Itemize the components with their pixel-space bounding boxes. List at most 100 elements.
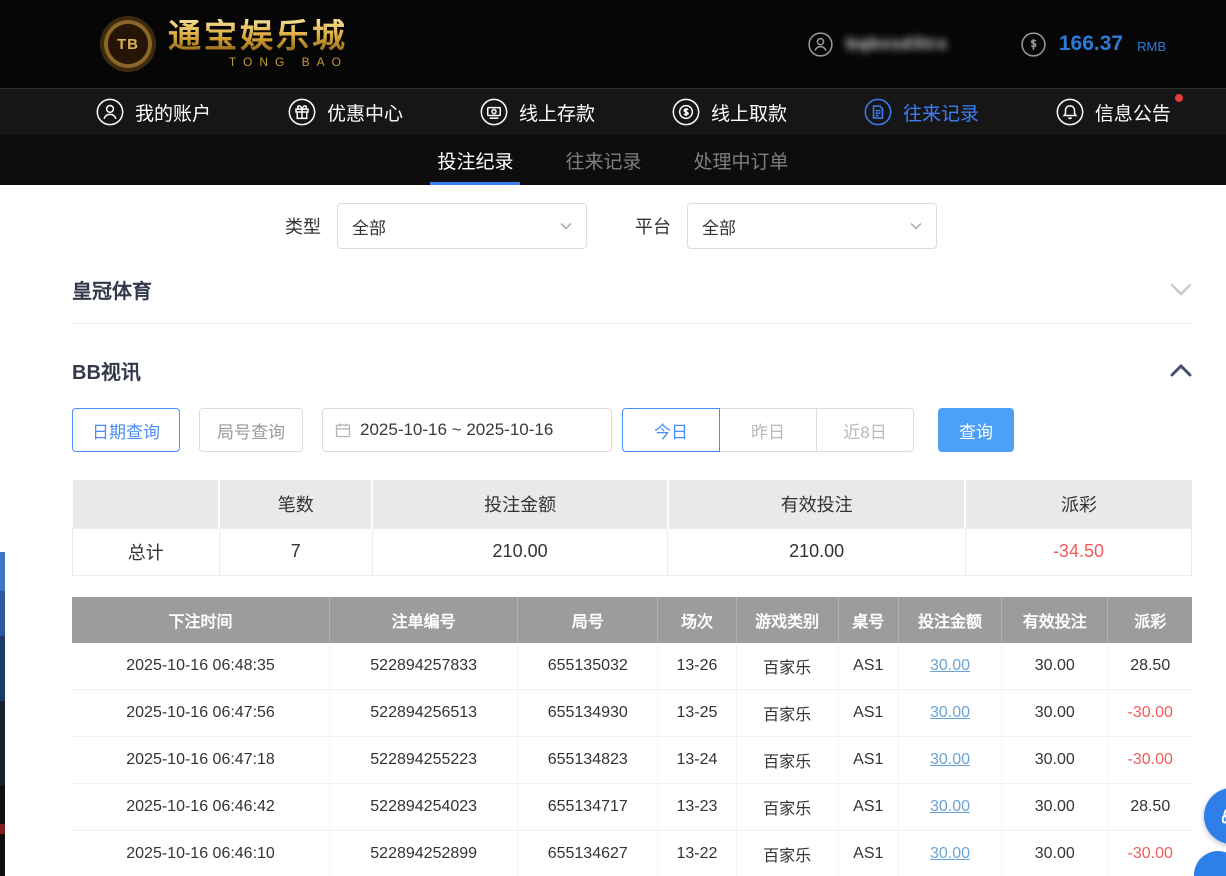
section-bb-video[interactable]: BB视讯 — [72, 356, 1192, 384]
logo-title: 通宝娱乐城 — [168, 19, 348, 54]
search-button[interactable]: 查询 — [938, 408, 1014, 452]
cell-game-type: 百家乐 — [736, 643, 838, 690]
cell-bet-time: 2025-10-16 06:48:35 — [72, 643, 330, 690]
withdraw-icon — [671, 97, 701, 127]
summary-payout: -34.50 — [965, 528, 1191, 575]
summary-table: 笔数 投注金额 有效投注 派彩 总计 7 210.00 210.00 -34.5… — [72, 480, 1192, 576]
nav-item-my-account[interactable]: 我的账户 — [95, 97, 211, 127]
cell-bet-id: 522894255223 — [330, 737, 518, 784]
summary-header-bet-amount: 投注金额 — [372, 480, 667, 528]
header-payout: 派彩 — [1108, 597, 1192, 643]
query-bar: 日期查询 局号查询 2025-10-16 ~ 2025-10-16 今日 昨日 … — [72, 408, 1192, 452]
cell-bet-time: 2025-10-16 06:46:10 — [72, 831, 330, 876]
cell-bet-amount[interactable]: 30.00 — [899, 737, 1002, 784]
summary-bet-amount: 210.00 — [372, 528, 667, 575]
tab-transaction-records[interactable]: 往来记录 — [565, 135, 641, 185]
date-query-button[interactable]: 日期查询 — [72, 408, 180, 452]
cell-bet-time: 2025-10-16 06:47:56 — [72, 690, 330, 737]
nav-label: 线上存款 — [519, 99, 595, 126]
main-content: 类型 全部 平台 全部 皇冠体育 — [0, 185, 1226, 876]
section-crown-sports[interactable]: 皇冠体育 — [72, 275, 1192, 303]
cell-bet-amount[interactable]: 30.00 — [899, 831, 1002, 876]
cell-bet-amount[interactable]: 30.00 — [899, 784, 1002, 831]
section-title: 皇冠体育 — [72, 275, 152, 304]
logo[interactable]: TB 通宝娱乐城 TONG BAO — [100, 16, 348, 72]
detail-header-row: 下注时间 注单编号 局号 场次 游戏类别 桌号 投注金额 有效投注 派彩 — [72, 597, 1192, 643]
dollar-icon — [1020, 31, 1047, 58]
table-row: 2025-10-16 06:46:10 522894252899 6551346… — [72, 831, 1192, 876]
table-row: 2025-10-16 06:46:42 522894254023 6551347… — [72, 784, 1192, 831]
header-bet-time: 下注时间 — [72, 597, 330, 643]
nav-label: 我的账户 — [135, 99, 211, 126]
detail-table: 下注时间 注单编号 局号 场次 游戏类别 桌号 投注金额 有效投注 派彩 202… — [72, 597, 1192, 876]
table-row: 2025-10-16 06:47:18 522894255223 6551348… — [72, 737, 1192, 784]
type-filter-label: 类型 — [285, 213, 321, 239]
cell-round-no: 655134717 — [518, 784, 658, 831]
cell-payout: 28.50 — [1108, 643, 1192, 690]
cell-game-type: 百家乐 — [736, 690, 838, 737]
cell-game-type: 百家乐 — [736, 831, 838, 876]
cell-bet-id: 522894257833 — [330, 643, 518, 690]
notification-dot — [1175, 94, 1183, 102]
cell-session: 13-23 — [658, 784, 736, 831]
date-range-picker[interactable]: 2025-10-16 ~ 2025-10-16 — [322, 408, 612, 452]
cell-game-type: 百家乐 — [736, 784, 838, 831]
today-button[interactable]: 今日 — [622, 408, 720, 452]
cell-round-no: 655134627 — [518, 831, 658, 876]
cell-table-no: AS1 — [838, 831, 898, 876]
top-header: TB 通宝娱乐城 TONG BAO bqbxsd3trx 166 — [0, 0, 1226, 88]
nav-label: 信息公告 — [1095, 99, 1171, 126]
cell-bet-id: 522894252899 — [330, 831, 518, 876]
chevron-down-icon — [1170, 283, 1192, 296]
header-game-type: 游戏类别 — [736, 597, 838, 643]
nav-label: 往来记录 — [903, 99, 979, 126]
cell-round-no: 655134823 — [518, 737, 658, 784]
summary-header-blank — [73, 480, 220, 528]
quick-date-group: 今日 昨日 近8日 — [622, 408, 914, 452]
cell-bet-amount[interactable]: 30.00 — [899, 643, 1002, 690]
last8days-button[interactable]: 近8日 — [816, 408, 914, 452]
yesterday-button[interactable]: 昨日 — [719, 408, 817, 452]
deposit-icon — [479, 97, 509, 127]
nav-item-promotions[interactable]: 优惠中心 — [287, 97, 403, 127]
platform-select[interactable]: 全部 — [687, 203, 937, 249]
cell-valid-bet: 30.00 — [1002, 690, 1108, 737]
table-row: 2025-10-16 06:47:56 522894256513 6551349… — [72, 690, 1192, 737]
user-info[interactable]: bqbxsd3trx — [807, 31, 948, 58]
cell-bet-id: 522894256513 — [330, 690, 518, 737]
cell-bet-id: 522894254023 — [330, 784, 518, 831]
section-title: BB视讯 — [72, 356, 141, 385]
nav-item-withdraw[interactable]: 线上取款 — [671, 97, 787, 127]
type-select-value: 全部 — [352, 214, 386, 239]
header-session: 场次 — [658, 597, 736, 643]
user-icon — [95, 97, 125, 127]
cell-bet-amount[interactable]: 30.00 — [899, 690, 1002, 737]
round-query-button[interactable]: 局号查询 — [199, 408, 303, 452]
main-nav: 我的账户 优惠中心 线上存款 线上取款 — [0, 88, 1226, 135]
logo-chip-icon: TB — [100, 16, 156, 72]
header-table-no: 桌号 — [838, 597, 898, 643]
cell-valid-bet: 30.00 — [1002, 643, 1108, 690]
cell-session: 13-24 — [658, 737, 736, 784]
cell-game-type: 百家乐 — [736, 737, 838, 784]
header-round-no: 局号 — [518, 597, 658, 643]
cell-valid-bet: 30.00 — [1002, 784, 1108, 831]
tab-bet-records[interactable]: 投注纪录 — [437, 135, 513, 185]
balance[interactable]: 166.37 RMB — [1020, 31, 1166, 58]
cell-bet-time: 2025-10-16 06:46:42 — [72, 784, 330, 831]
cell-payout: -30.00 — [1108, 737, 1192, 784]
username: bqbxsd3trx — [846, 34, 948, 54]
nav-item-records[interactable]: 往来记录 — [863, 97, 979, 127]
logo-subtitle: TONG BAO — [168, 55, 348, 69]
cell-bet-time: 2025-10-16 06:47:18 — [72, 737, 330, 784]
nav-item-deposit[interactable]: 线上存款 — [479, 97, 595, 127]
cell-round-no: 655134930 — [518, 690, 658, 737]
gift-icon — [287, 97, 317, 127]
cell-round-no: 655135032 — [518, 643, 658, 690]
records-icon — [863, 97, 893, 127]
type-select[interactable]: 全部 — [337, 203, 587, 249]
page-edge-artifact — [0, 552, 5, 876]
nav-item-announcements[interactable]: 信息公告 — [1055, 97, 1171, 127]
tab-processing-orders[interactable]: 处理中订单 — [694, 135, 789, 185]
header-bet-id: 注单编号 — [330, 597, 518, 643]
